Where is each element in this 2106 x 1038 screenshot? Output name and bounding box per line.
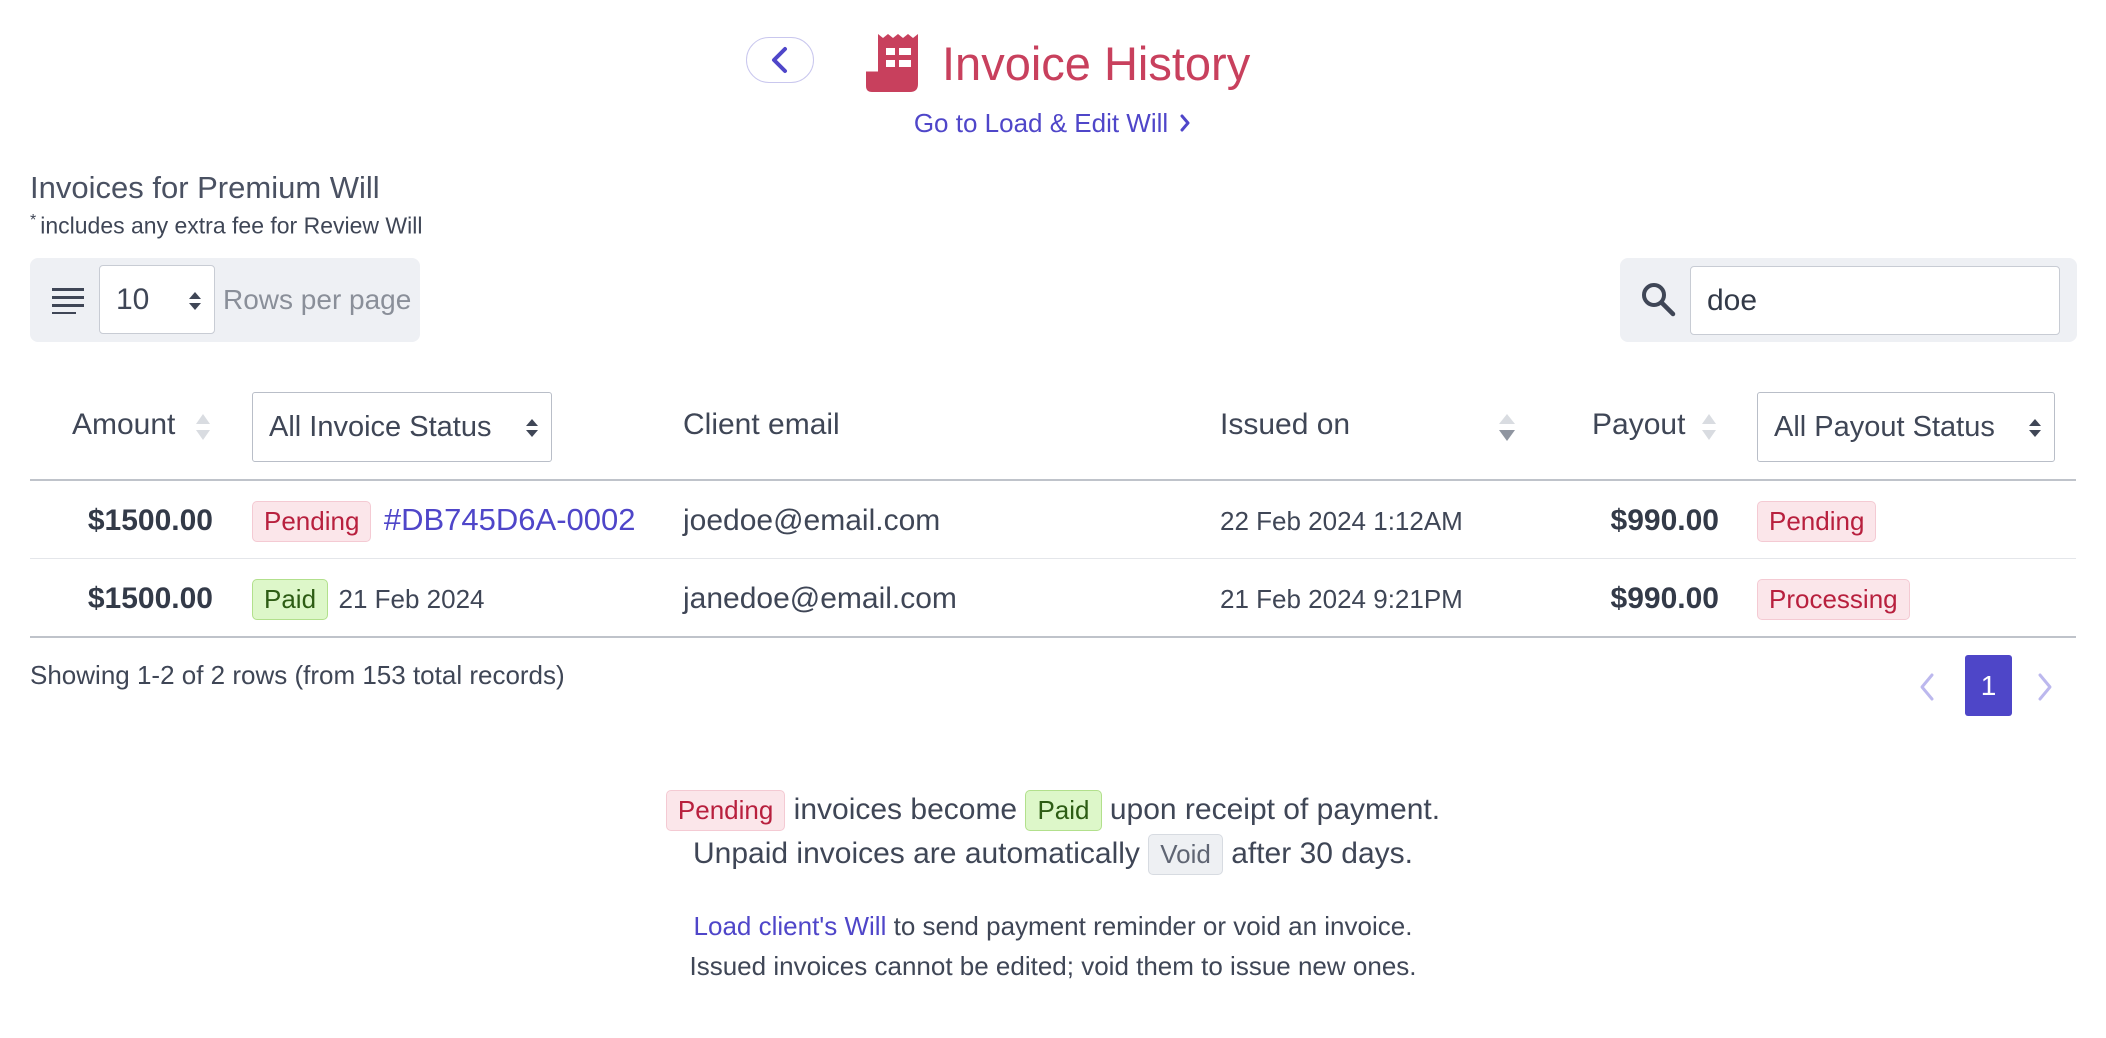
info-text-issued: Issued invoices cannot be edited; void t… bbox=[689, 951, 1417, 981]
payout-status-badge: Pending bbox=[1757, 501, 1877, 542]
payout-status-badge: Processing bbox=[1757, 579, 1910, 620]
footnote: * includes any extra fee for Review Will bbox=[30, 212, 422, 240]
column-header-amount-label: Amount bbox=[72, 408, 176, 441]
info-text-unpaid: Unpaid invoices are automatically bbox=[693, 837, 1140, 870]
go-to-load-edit-label: Go to Load & Edit Will bbox=[913, 108, 1169, 138]
row-2-issued: 21 Feb 2024 9:21PM bbox=[1220, 584, 1463, 614]
paid-date: 21 Feb 2024 bbox=[338, 584, 485, 614]
row-divider bbox=[30, 558, 2076, 559]
row-1-payout-status: Pending bbox=[1757, 501, 1877, 542]
select-arrows-icon bbox=[2029, 419, 2041, 437]
go-to-load-edit-link[interactable]: Go to Load & Edit Will bbox=[0, 108, 2106, 141]
column-header-payout[interactable]: Payout bbox=[1592, 408, 1685, 442]
payout-status-filter-value: All Payout Status bbox=[1774, 410, 1995, 443]
chevron-left-icon bbox=[772, 47, 787, 73]
row-2-payout-status: Processing bbox=[1757, 579, 1910, 620]
info-text-receipt: upon receipt of payment. bbox=[1109, 793, 1441, 826]
row-1-amount: $1500.00 bbox=[87, 504, 213, 537]
table-bottom-divider bbox=[30, 636, 2076, 638]
info-line-status: Pending invoices become Paid upon receip… bbox=[0, 790, 2106, 831]
info-paid-badge: Paid bbox=[1025, 790, 1102, 831]
section-title: Invoices for Premium Will bbox=[30, 170, 380, 205]
search-input[interactable] bbox=[1690, 266, 2060, 335]
row-2-payout: $990.00 bbox=[1610, 582, 1719, 615]
status-badge: Pending bbox=[252, 501, 372, 542]
invoice-status-filter-value: All Invoice Status bbox=[269, 410, 492, 443]
invoice-status-filter[interactable]: All Invoice Status bbox=[252, 392, 552, 462]
sort-icon[interactable] bbox=[1701, 410, 1717, 444]
back-button[interactable] bbox=[746, 37, 814, 83]
info-line-load: Load client's Will to send payment remin… bbox=[0, 911, 2106, 942]
status-badge: Paid bbox=[252, 579, 329, 620]
row-1-email: joedoe@email.com bbox=[683, 504, 941, 537]
sort-icon[interactable] bbox=[195, 410, 211, 444]
pagination-summary: Showing 1-2 of 2 rows (from 153 total re… bbox=[30, 660, 565, 690]
column-header-issued-on-label: Issued on bbox=[1220, 408, 1351, 441]
receipt-icon bbox=[866, 34, 918, 92]
row-2-email: janedoe@email.com bbox=[683, 582, 957, 615]
info-text-after: after 30 days. bbox=[1231, 837, 1413, 870]
table-row: Paid 21 Feb 2024 bbox=[252, 579, 485, 620]
chevron-right-icon bbox=[1178, 110, 1192, 141]
rows-per-page-select[interactable]: 10 bbox=[99, 265, 215, 334]
footnote-mark: * bbox=[30, 212, 37, 229]
chevron-left-icon[interactable] bbox=[1918, 672, 1936, 702]
chevron-right-icon[interactable] bbox=[2036, 672, 2054, 702]
load-client-will-link[interactable]: Load client's Will bbox=[694, 911, 887, 941]
rows-per-page-label: Rows per page bbox=[223, 284, 412, 315]
row-1-issued: 22 Feb 2024 1:12AM bbox=[1220, 506, 1463, 536]
column-header-amount[interactable]: Amount bbox=[72, 408, 175, 442]
page-header: Invoice History bbox=[864, 28, 1250, 98]
list-icon bbox=[52, 286, 84, 319]
column-header-payout-label: Payout bbox=[1592, 408, 1686, 441]
table-header-divider bbox=[30, 479, 2076, 481]
payout-status-filter[interactable]: All Payout Status bbox=[1757, 392, 2055, 462]
page-title: Invoice History bbox=[942, 36, 1251, 90]
info-line-void: Unpaid invoices are automatically Void a… bbox=[0, 834, 2106, 875]
column-header-issued-on[interactable]: Issued on bbox=[1220, 408, 1350, 442]
invoice-link[interactable]: #DB745D6A-0002 bbox=[384, 502, 636, 537]
page-button-current[interactable]: 1 bbox=[1965, 655, 2012, 716]
select-arrows-icon bbox=[189, 292, 201, 310]
select-arrows-icon bbox=[526, 419, 538, 437]
info-pending-badge: Pending bbox=[665, 790, 786, 831]
search-icon bbox=[1640, 281, 1676, 322]
row-1-payout: $990.00 bbox=[1610, 504, 1719, 537]
row-2-amount: $1500.00 bbox=[87, 582, 213, 615]
footnote-text: includes any extra fee for Review Will bbox=[40, 212, 423, 239]
sort-desc-icon[interactable] bbox=[1498, 410, 1516, 444]
info-void-badge: Void bbox=[1148, 834, 1223, 875]
info-text-become: invoices become bbox=[793, 793, 1018, 826]
info-text-reminder: to send payment reminder or void an invo… bbox=[893, 911, 1413, 941]
rows-per-page-value: 10 bbox=[116, 282, 150, 316]
column-header-client-email: Client email bbox=[683, 408, 840, 441]
table-row: Pending #DB745D6A-0002 bbox=[252, 501, 636, 542]
